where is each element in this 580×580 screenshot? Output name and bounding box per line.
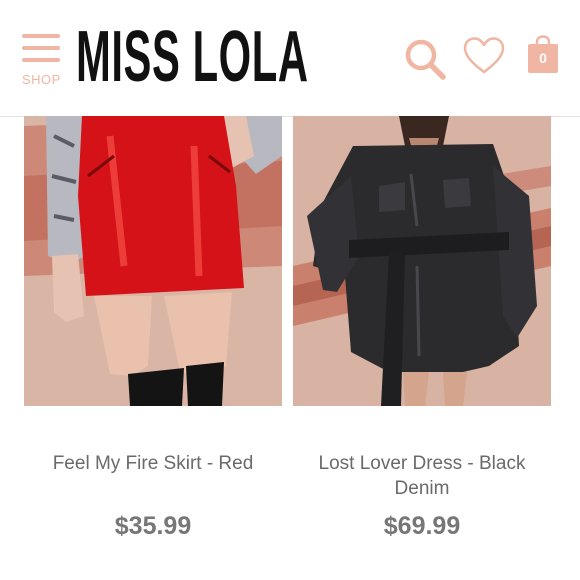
product-image[interactable]	[293, 116, 551, 406]
product-image[interactable]	[24, 116, 282, 406]
cart-button[interactable]: 0	[527, 34, 559, 74]
hamburger-bar	[22, 58, 60, 62]
product-photo-red-skirt	[24, 116, 282, 406]
product-price: $35.99	[114, 512, 192, 540]
cart-count-badge: 0	[539, 50, 547, 66]
site-logo[interactable]: MISS LOLA	[76, 14, 309, 100]
search-icon	[405, 39, 446, 80]
wishlist-button[interactable]	[463, 36, 505, 76]
heart-icon	[463, 37, 505, 74]
product-name[interactable]: Lost Lover Dress - Black Denim	[293, 451, 551, 501]
product-price: $69.99	[383, 512, 461, 540]
product-photo-black-denim-dress	[293, 116, 551, 406]
search-button[interactable]	[402, 36, 448, 82]
product-card[interactable]: Lost Lover Dress - Black Denim $69.99	[293, 116, 551, 540]
hamburger-bar	[22, 46, 60, 50]
product-name[interactable]: Feel My Fire Skirt - Red	[24, 451, 282, 476]
menu-button[interactable]: SHOP	[18, 30, 66, 90]
menu-label: SHOP	[22, 72, 61, 87]
hamburger-menu-icon	[22, 34, 60, 38]
site-header: SHOP MISS LOLA 0	[0, 0, 580, 117]
product-card[interactable]: Feel My Fire Skirt - Red $35.99	[24, 116, 282, 540]
